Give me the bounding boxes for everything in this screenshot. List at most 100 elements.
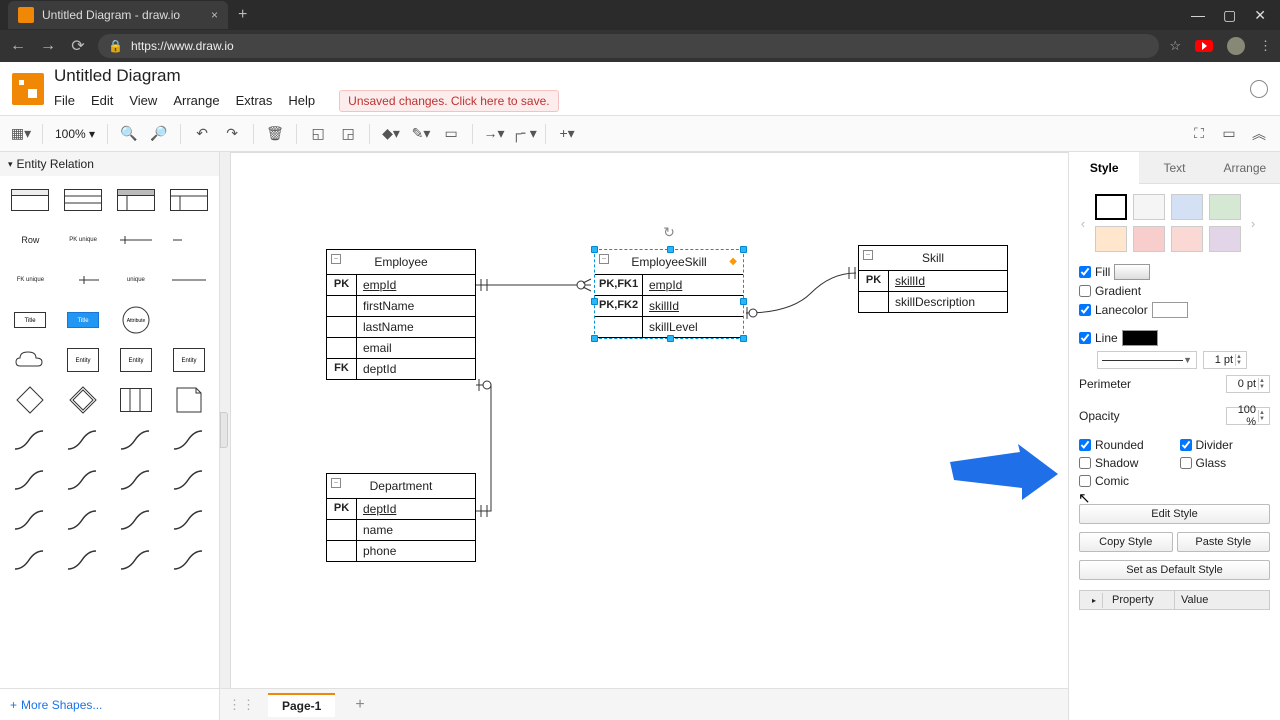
- shape-table-1[interactable]: [8, 184, 53, 216]
- shape-entity-3[interactable]: Entity: [166, 344, 211, 376]
- forward-icon[interactable]: →: [38, 37, 58, 55]
- star-icon[interactable]: ☆: [1169, 38, 1181, 54]
- shape-conn-1[interactable]: [8, 424, 53, 456]
- language-icon[interactable]: [1250, 80, 1268, 98]
- menu-arrange[interactable]: Arrange: [173, 93, 219, 108]
- tab-text[interactable]: Text: [1139, 152, 1209, 183]
- shape-table-2[interactable]: [61, 184, 106, 216]
- zoom-in-icon[interactable]: 🔍: [116, 121, 142, 147]
- reload-icon[interactable]: ⟳: [68, 36, 88, 56]
- property-table-header[interactable]: ▸Property Value: [1079, 590, 1270, 610]
- format-panel-icon[interactable]: ▭: [1216, 121, 1242, 147]
- shape-diamond[interactable]: [8, 384, 53, 416]
- swatch-red[interactable]: [1133, 226, 1165, 252]
- undo-icon[interactable]: ↶: [189, 121, 215, 147]
- view-mode-icon[interactable]: ▦▾: [8, 121, 34, 147]
- entity-skill[interactable]: −Skill PKskillId skillDescription: [858, 245, 1008, 313]
- sidebar-collapse-handle[interactable]: [220, 412, 228, 448]
- tab-arrange[interactable]: Arrange: [1210, 152, 1280, 183]
- comic-checkbox[interactable]: [1079, 475, 1091, 487]
- gradient-checkbox[interactable]: [1079, 285, 1091, 297]
- swatch-purple[interactable]: [1209, 226, 1241, 252]
- line-width-input[interactable]: 1 pt▲▼: [1203, 351, 1247, 369]
- minimize-icon[interactable]: —: [1191, 7, 1205, 24]
- shape-title-box[interactable]: Title: [8, 304, 53, 336]
- shape-row-7[interactable]: unique: [114, 264, 159, 296]
- shape-hline[interactable]: [166, 264, 211, 296]
- redo-icon[interactable]: ↷: [219, 121, 245, 147]
- shape-conn-3[interactable]: [114, 424, 159, 456]
- shape-diamond-double[interactable]: [61, 384, 106, 416]
- shape-conn-16[interactable]: [166, 544, 211, 576]
- shape-empty-1[interactable]: [166, 304, 211, 336]
- menu-view[interactable]: View: [129, 93, 157, 108]
- address-bar[interactable]: 🔒 https://www.draw.io: [98, 34, 1159, 58]
- back-icon[interactable]: ←: [8, 37, 28, 55]
- fill-color-icon[interactable]: ◆▾: [378, 121, 404, 147]
- shape-cloud[interactable]: [8, 344, 53, 376]
- zoom-select[interactable]: 100% ▾: [51, 127, 99, 141]
- selection-handle[interactable]: [740, 246, 747, 253]
- rounded-checkbox[interactable]: [1079, 439, 1091, 451]
- delete-icon[interactable]: 🗑: [262, 121, 288, 147]
- page-drag-handle[interactable]: ⋮⋮: [228, 697, 256, 713]
- to-front-icon[interactable]: ◱: [305, 121, 331, 147]
- perimeter-input[interactable]: 0 pt▲▼: [1226, 375, 1270, 393]
- entity-employee[interactable]: −Employee PKempId firstName lastName ema…: [326, 249, 476, 380]
- page-tab-1[interactable]: Page-1: [268, 693, 335, 717]
- new-tab-button[interactable]: +: [228, 6, 257, 24]
- paste-style-button[interactable]: Paste Style: [1177, 532, 1271, 552]
- shape-circle-attr[interactable]: Attribute: [114, 304, 159, 336]
- line-checkbox[interactable]: [1079, 332, 1091, 344]
- shape-conn-6[interactable]: [61, 464, 106, 496]
- fill-color-picker[interactable]: [1114, 264, 1150, 280]
- swatch-green[interactable]: [1209, 194, 1241, 220]
- glass-checkbox[interactable]: [1180, 457, 1192, 469]
- lanecolor-checkbox[interactable]: [1079, 304, 1091, 316]
- divider-checkbox[interactable]: [1180, 439, 1192, 451]
- edit-style-button[interactable]: Edit Style: [1079, 504, 1270, 524]
- selection-handle[interactable]: [740, 335, 747, 342]
- selection-handle[interactable]: [667, 246, 674, 253]
- shape-conn-5[interactable]: [8, 464, 53, 496]
- shadow-icon[interactable]: ▭: [438, 121, 464, 147]
- selection-handle[interactable]: [667, 335, 674, 342]
- menu-help[interactable]: Help: [288, 93, 315, 108]
- shape-entity-2[interactable]: Entity: [114, 344, 159, 376]
- shape-table-4[interactable]: [166, 184, 211, 216]
- shape-table-3[interactable]: [114, 184, 159, 216]
- line-style-select[interactable]: ▼: [1097, 351, 1197, 369]
- document-title[interactable]: Untitled Diagram: [54, 66, 1250, 86]
- close-window-icon[interactable]: ✕: [1254, 7, 1266, 24]
- selection-handle[interactable]: [740, 298, 747, 305]
- maximize-icon[interactable]: ▢: [1223, 7, 1236, 24]
- tab-style[interactable]: Style: [1069, 152, 1139, 184]
- shape-conn-2[interactable]: [61, 424, 106, 456]
- zoom-out-icon[interactable]: 🔎: [146, 121, 172, 147]
- swatch-pink[interactable]: [1171, 226, 1203, 252]
- profile-avatar[interactable]: [1227, 37, 1245, 55]
- swatch-gray[interactable]: [1133, 194, 1165, 220]
- entity-department[interactable]: −Department PKdeptId name phone: [326, 473, 476, 562]
- swatch-prev-icon[interactable]: ‹: [1077, 216, 1089, 231]
- swatch-orange[interactable]: [1095, 226, 1127, 252]
- collapse-icon[interactable]: ︽: [1246, 121, 1272, 147]
- more-shapes-button[interactable]: +More Shapes...: [0, 688, 219, 720]
- shape-conn-12[interactable]: [166, 504, 211, 536]
- add-page-button[interactable]: +: [347, 696, 372, 714]
- shape-title-blue[interactable]: Title: [61, 304, 106, 336]
- close-tab-icon[interactable]: ×: [211, 8, 218, 22]
- shape-conn-14[interactable]: [61, 544, 106, 576]
- shape-conn-11[interactable]: [114, 504, 159, 536]
- connection-icon[interactable]: →▾: [481, 121, 507, 147]
- fill-checkbox[interactable]: [1079, 266, 1091, 278]
- menu-extras[interactable]: Extras: [236, 93, 273, 108]
- opacity-input[interactable]: 100 %▲▼: [1226, 407, 1270, 425]
- shape-conn-4[interactable]: [166, 424, 211, 456]
- add-icon[interactable]: +▾: [554, 121, 580, 147]
- shapes-category-header[interactable]: ▾ Entity Relation: [0, 152, 219, 176]
- shape-row-5[interactable]: FK unique: [8, 264, 53, 296]
- shape-divider-1[interactable]: [114, 224, 159, 256]
- browser-tab[interactable]: Untitled Diagram - draw.io ×: [8, 1, 228, 29]
- copy-style-button[interactable]: Copy Style: [1079, 532, 1173, 552]
